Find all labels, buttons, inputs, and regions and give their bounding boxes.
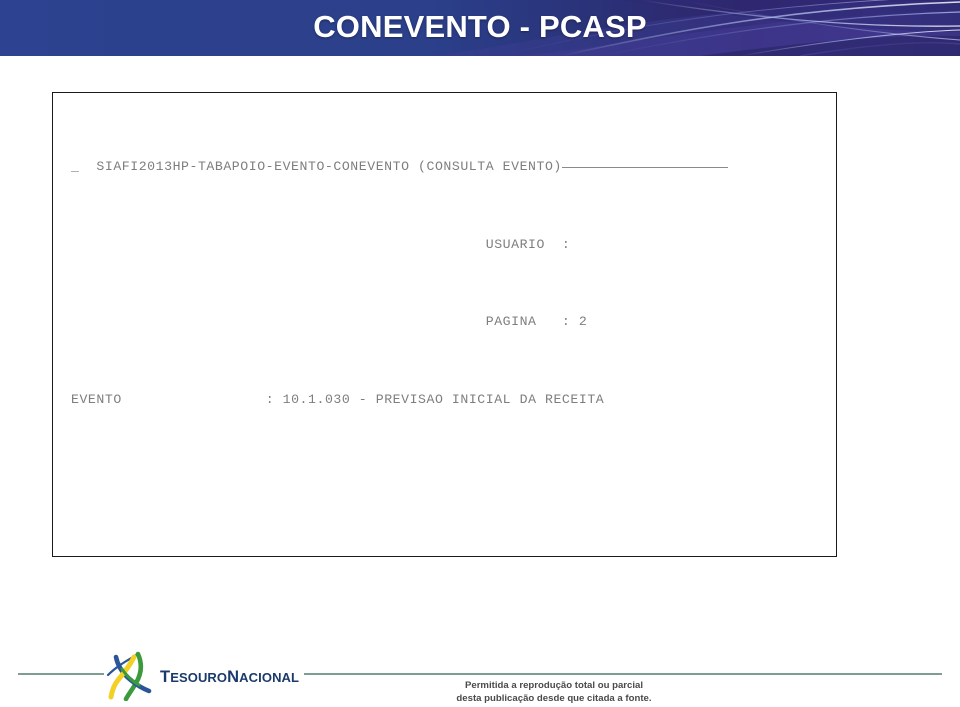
pagina-label: PAGINA : bbox=[485, 314, 571, 330]
terminal-transaction-line: _ SIAFI2013HP-TABAPOIO-EVENTO-CONEVENTO … bbox=[71, 157, 832, 176]
page-title: CONEVENTO - PCASP bbox=[313, 9, 647, 44]
transaction-path-text: _ SIAFI2013HP-TABAPOIO-EVENTO-CONEVENTO … bbox=[71, 159, 562, 175]
siafi-terminal-screen[interactable]: _ SIAFI2013HP-TABAPOIO-EVENTO-CONEVENTO … bbox=[52, 92, 837, 557]
terminal-usuario-line: USUARIO : bbox=[71, 235, 832, 254]
logo-esouro: ESOURO bbox=[170, 670, 228, 685]
tesouro-nacional-logo: TESOURONACIONAL bbox=[104, 651, 304, 703]
pagina-value: 2 bbox=[578, 314, 588, 330]
tesouro-logo-mark-icon bbox=[106, 651, 152, 701]
slide-page: CONEVENTO - PCASP _ SIAFI2013HP-TABAPOIO… bbox=[0, 0, 960, 707]
tesouro-logo-wordmark: TESOURONACIONAL bbox=[160, 668, 299, 687]
logo-acional: ACIONAL bbox=[239, 670, 300, 685]
copyright-notice: Permitida a reprodução total ou parcial … bbox=[404, 679, 704, 706]
evento-separator: : bbox=[265, 392, 275, 408]
evento-label: EVENTO bbox=[71, 392, 122, 408]
terminal-evento-line: EVENTO : 10.1.030 - PREVISAO INICIAL DA … bbox=[71, 390, 832, 409]
evento-value: 10.1.030 - PREVISAO INICIAL DA RECEITA bbox=[282, 392, 605, 408]
copyright-line-2: desta publicação desde que citada a font… bbox=[456, 692, 652, 704]
logo-n: N bbox=[227, 668, 240, 686]
terminal-text-area: _ SIAFI2013HP-TABAPOIO-EVENTO-CONEVENTO … bbox=[71, 99, 832, 556]
copyright-line-1: Permitida a reprodução total ou parcial bbox=[464, 680, 644, 691]
logo-t: T bbox=[160, 668, 171, 686]
header-banner: CONEVENTO - PCASP bbox=[0, 0, 960, 56]
usuario-label: USUARIO : bbox=[485, 236, 571, 252]
input-underscore-field[interactable] bbox=[561, 157, 728, 169]
terminal-pagina-line: PAGINA : 2 bbox=[71, 312, 832, 331]
